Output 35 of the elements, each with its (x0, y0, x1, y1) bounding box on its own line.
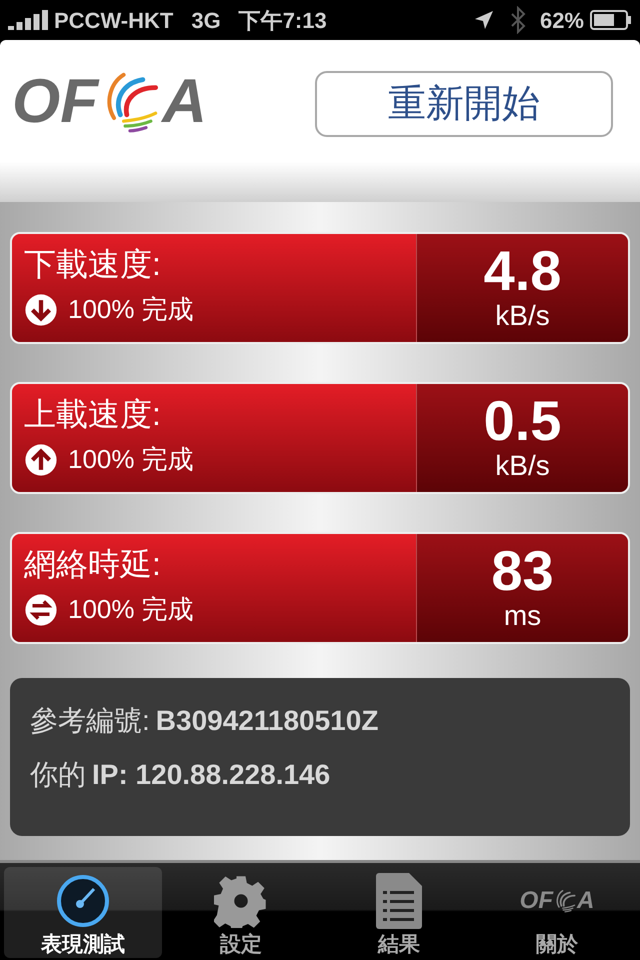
info-label: 參考編號: (30, 704, 150, 738)
metric-unit: ms (504, 600, 542, 632)
metric-unit: kB/s (495, 450, 550, 482)
battery-icon (590, 10, 632, 30)
metric-label: 網絡時延: (24, 545, 162, 584)
metric-label: 下載速度: (24, 245, 162, 284)
tab[interactable]: 表現測試 (4, 867, 162, 958)
info-label: 你的 (30, 758, 86, 792)
ofca-logo: OF A (12, 70, 207, 134)
metric-value: 0.5 (484, 392, 562, 450)
info-value: B309421180510Z (156, 704, 378, 738)
gauge-icon (56, 874, 110, 928)
tab[interactable]: OF A 關於 (478, 867, 636, 958)
progress-text: 100% 完成 (68, 593, 194, 626)
restart-button[interactable]: 重新開始 (315, 71, 613, 137)
metric-value: 4.8 (484, 242, 562, 300)
tab[interactable]: 結果 (320, 867, 478, 958)
location-icon (474, 10, 494, 30)
progress-text: 100% 完成 (68, 293, 194, 326)
logo-icon: OF A (520, 883, 594, 919)
gear-icon (214, 874, 268, 928)
metric-value: 83 (491, 542, 554, 600)
info-value: IP: 120.88.228.146 (92, 758, 330, 792)
bluetooth-icon (510, 6, 526, 34)
metric-label: 上載速度: (24, 395, 162, 434)
network-type: 3G (191, 6, 221, 34)
document-icon (376, 873, 422, 929)
clock: 下午7:13 (238, 6, 327, 34)
progress-text: 100% 完成 (68, 443, 194, 476)
battery-percent: 62% (540, 6, 584, 34)
metric-unit: kB/s (495, 300, 550, 332)
tab[interactable]: 設定 (162, 867, 320, 958)
carrier-name: PCCW-HKT (54, 6, 174, 34)
signal-icon (8, 10, 50, 30)
swap-arrows-icon (24, 592, 58, 626)
